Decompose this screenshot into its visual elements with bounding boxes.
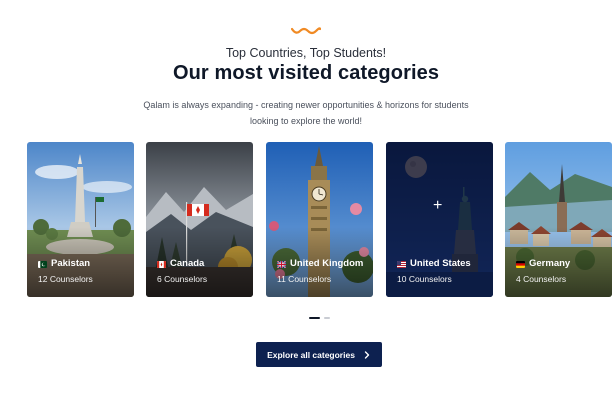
card-country-name: Pakistan <box>51 258 91 269</box>
section-title: Our most visited categories <box>172 62 440 84</box>
chevron-right-icon <box>364 350 370 359</box>
card-counselor-count: 12 Counselors <box>38 274 93 284</box>
wave-decoration-icon <box>291 27 321 35</box>
card-counselor-count: 10 Counselors <box>397 274 452 284</box>
carousel-dot[interactable] <box>324 317 330 319</box>
explore-all-categories-button[interactable]: Explore all categories <box>256 342 382 367</box>
carousel-dot-active[interactable] <box>309 317 320 319</box>
card-counselor-count: 6 Counselors <box>157 274 208 284</box>
canada-flag-icon <box>157 261 166 268</box>
section-description: Qalam is always expanding - creating new… <box>143 100 469 126</box>
card-counselor-count: 4 Counselors <box>516 274 567 284</box>
card-country-name: United States <box>410 258 471 269</box>
section-eyebrow: Top Countries, Top Students! <box>225 46 387 60</box>
category-card-germany[interactable]: Germany 4 Counselors <box>505 142 612 297</box>
uk-flag-icon <box>277 261 286 268</box>
germany-flag-icon <box>516 261 525 268</box>
card-counselor-count: 11 Counselors <box>277 274 332 284</box>
carousel-pagination <box>309 317 330 319</box>
plus-icon[interactable]: + <box>433 197 442 215</box>
card-country-name: United Kingdom <box>290 258 364 269</box>
category-card-canada[interactable]: Canada 6 Counselors <box>146 142 253 297</box>
card-country-name: Canada <box>170 258 205 269</box>
category-card-united-kingdom[interactable]: United Kingdom 11 Counselors <box>266 142 373 297</box>
category-card-united-states[interactable]: + United States 10 Counselors <box>386 142 493 297</box>
category-card-pakistan[interactable]: Pakistan 12 Counselors <box>27 142 134 297</box>
pakistan-flag-icon <box>38 261 47 268</box>
us-flag-icon <box>397 261 406 268</box>
card-country-name: Germany <box>529 258 571 269</box>
explore-button-label: Explore all categories <box>267 349 355 360</box>
